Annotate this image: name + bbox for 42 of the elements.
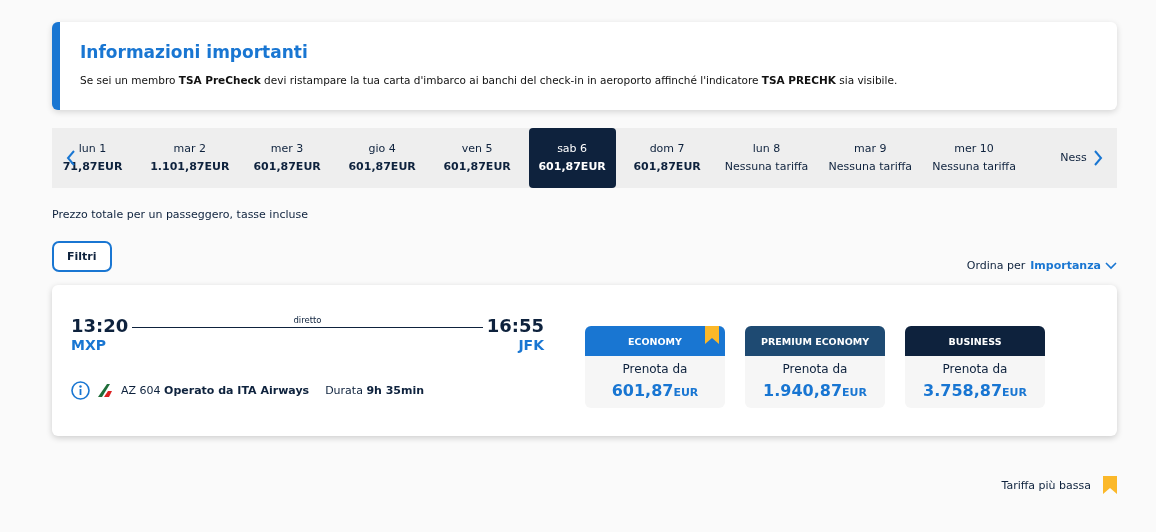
- fare-card[interactable]: BUSINESS Prenota da 3.758,87EUR: [905, 326, 1045, 408]
- airline-logo-icon: [98, 384, 113, 397]
- date-tab[interactable]: dom 7 601,87EUR: [623, 128, 711, 188]
- date-tab[interactable]: mer 10 Nessuna tariffa: [926, 128, 1022, 188]
- date-tab[interactable]: mar 2 1.101,87EUR: [144, 128, 236, 188]
- airport-code: MXP: [71, 337, 107, 353]
- flight-duration: Durata 9h 35min: [325, 384, 425, 397]
- fare-card[interactable]: ECONOMY Prenota da 601,87EUR: [585, 326, 725, 408]
- info-icon[interactable]: [71, 381, 90, 400]
- notice-text: Se sei un membro TSA PreCheck devi ristampare la tua carta d'imbarco ai banchi del check-in in aeroporto affinché l'indicatore TSA PRECHK sia visibile.: [80, 74, 899, 86]
- book-from-label: Prenota da: [941, 362, 1009, 376]
- filters-button[interactable]: Filtri: [52, 241, 112, 272]
- notice-title: Informazioni importanti: [80, 42, 309, 62]
- date-tab[interactable]: lun 1 71,87EUR: [52, 128, 136, 188]
- book-from-label: Prenota da: [621, 362, 689, 376]
- cabin-header: PREMIUM ECONOMY: [745, 326, 885, 356]
- stops-label: diretto: [293, 315, 322, 325]
- cabin-header: ECONOMY: [585, 326, 725, 356]
- date-tab[interactable]: Ness: [1030, 128, 1117, 188]
- sort-label: Ordina per: [966, 259, 1026, 272]
- fare-price[interactable]: 1.940,87EUR: [763, 381, 867, 400]
- price-note: Prezzo totale per un passeggero, tasse incluse: [52, 208, 309, 221]
- fare-price[interactable]: 3.758,87EUR: [923, 381, 1027, 400]
- arrival-time: 16:55: [486, 315, 544, 337]
- bookmark-icon: [1103, 476, 1117, 494]
- chevron-right-icon[interactable]: [1093, 149, 1103, 167]
- date-tab[interactable]: sab 6 601,87EUR: [528, 128, 616, 188]
- fare-price[interactable]: 601,87EUR: [611, 381, 699, 400]
- departure-time: 13:20: [71, 315, 129, 337]
- flight-number: AZ 604 Operato da ITA Airways: [121, 384, 310, 397]
- date-tab[interactable]: gio 4 601,87EUR: [338, 128, 426, 188]
- date-tab[interactable]: ven 5 601,87EUR: [433, 128, 521, 188]
- legend-label: Tariffa più bassa: [1001, 478, 1091, 492]
- fare-card[interactable]: PREMIUM ECONOMY Prenota da 1.940,87EUR: [745, 326, 885, 408]
- date-tab[interactable]: lun 8 Nessuna tariffa: [718, 128, 815, 188]
- date-tab[interactable]: mer 3 601,87EUR: [243, 128, 331, 188]
- cabin-header: BUSINESS: [905, 326, 1045, 356]
- book-from-label: Prenota da: [781, 362, 849, 376]
- chevron-down-icon: [1105, 261, 1117, 270]
- airport-code: JFK: [516, 337, 544, 353]
- sort-dropdown[interactable]: Importanza: [1030, 259, 1117, 272]
- date-tab[interactable]: mar 9 Nessuna tariffa: [822, 128, 919, 188]
